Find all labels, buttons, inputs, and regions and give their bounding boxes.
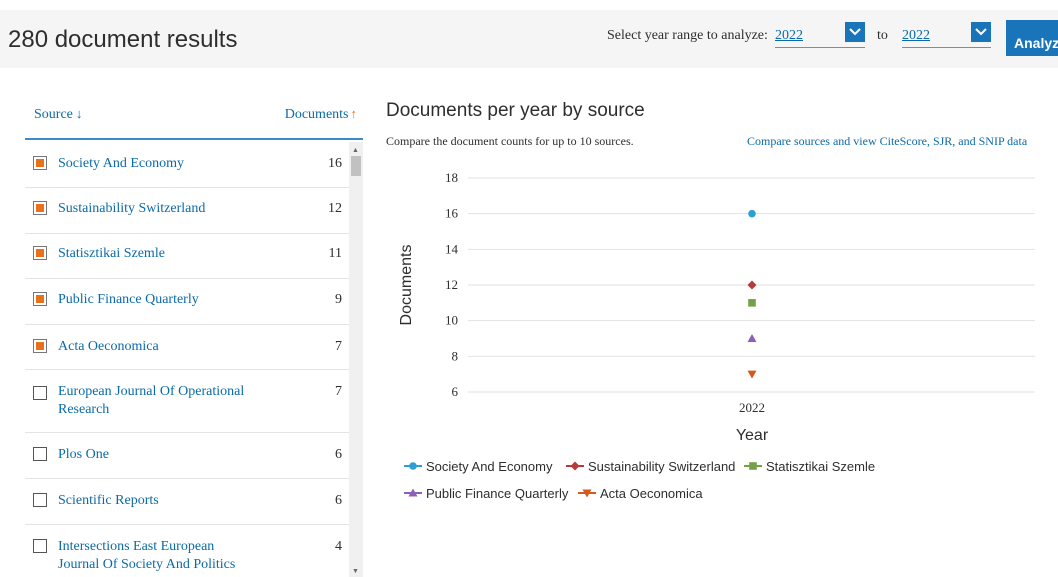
source-row: Intersections East European Journal Of S… (25, 525, 349, 577)
source-name[interactable]: Scientific Reports (58, 492, 159, 510)
data-point (748, 299, 756, 307)
source-count: 9 (335, 292, 342, 307)
sort-by-documents[interactable]: Documents ↑ (285, 106, 357, 123)
source-checkbox[interactable] (33, 246, 47, 260)
source-checkbox[interactable] (33, 339, 47, 353)
source-row: European Journal Of Operational Research… (25, 370, 349, 433)
legend-label: Society And Economy (426, 459, 553, 474)
documents-per-year-chart: 6 8 10 12 14 16 18 2022 Year Documents Society And… (398, 170, 1035, 501)
y-axis-title: Documents (398, 245, 415, 326)
source-name[interactable]: Public Finance Quarterly (58, 291, 199, 309)
legend-marker (570, 461, 580, 471)
y-tick-label: 10 (445, 313, 458, 328)
y-tick-label: 8 (452, 348, 459, 363)
source-count: 11 (328, 246, 342, 261)
year-from-select[interactable]: 2022 (775, 22, 865, 48)
source-row: Sustainability Switzerland 12 (25, 188, 349, 234)
to-label: to (877, 28, 888, 43)
arrow-up-icon: ↑ (350, 106, 358, 121)
source-checkbox[interactable] (33, 447, 47, 461)
data-point (748, 209, 756, 218)
scroll-up-icon[interactable]: ▲ (352, 146, 359, 154)
source-name[interactable]: Statisztikai Szemle (58, 245, 165, 263)
year-to-select[interactable]: 2022 (902, 22, 991, 48)
scrollbar-thumb[interactable] (351, 156, 361, 176)
legend-marker (409, 462, 417, 470)
source-name[interactable]: Plos One (58, 446, 109, 464)
results-title: 280 document results (8, 26, 238, 53)
legend-label: Acta Oeconomica (600, 486, 703, 501)
source-list: Society And Economy 16 Sustainability Sw… (25, 142, 363, 577)
chevron-down-icon[interactable] (845, 22, 865, 42)
source-row: Statisztikai Szemle 11 (25, 234, 349, 279)
source-name[interactable]: Acta Oeconomica (58, 338, 159, 356)
legend-label: Public Finance Quarterly (426, 486, 569, 501)
data-point (747, 334, 757, 342)
y-tick-label: 6 (452, 384, 459, 399)
data-point (747, 280, 757, 290)
x-tick-label: 2022 (739, 400, 765, 415)
source-column-label: Source (34, 107, 73, 122)
source-count: 16 (328, 156, 342, 171)
source-count: 6 (335, 447, 342, 462)
source-checkbox[interactable] (33, 156, 47, 170)
source-list-scrollbar[interactable]: ▲ ▼ (349, 142, 363, 577)
chart-title: Documents per year by source (386, 100, 645, 121)
source-count: 7 (335, 339, 342, 354)
year-to-value: 2022 (902, 28, 930, 43)
analyze-button[interactable]: Analyze (1006, 20, 1058, 56)
source-name[interactable]: European Journal Of Operational Research (58, 383, 248, 419)
compare-sources-link[interactable]: Compare sources and view CiteScore, SJR,… (747, 134, 1027, 149)
y-tick-label: 18 (445, 170, 458, 185)
chart-subtitle: Compare the document counts for up to 10… (386, 134, 634, 148)
y-tick-label: 14 (445, 241, 459, 256)
arrow-down-icon: ↓ (75, 106, 83, 121)
source-count: 6 (335, 493, 342, 508)
x-axis-title: Year (736, 427, 769, 444)
source-name[interactable]: Intersections East European Journal Of S… (58, 538, 258, 574)
chevron-down-icon[interactable] (971, 22, 991, 42)
scroll-down-icon[interactable]: ▼ (352, 567, 359, 575)
source-checkbox[interactable] (33, 493, 47, 507)
source-checkbox[interactable] (33, 201, 47, 215)
source-row: Society And Economy 16 (25, 142, 349, 188)
source-count: 7 (335, 384, 342, 399)
source-name[interactable]: Society And Economy (58, 155, 184, 173)
y-tick-label: 16 (445, 206, 459, 221)
year-from-value: 2022 (775, 28, 803, 43)
source-count: 4 (335, 539, 342, 554)
source-list-header: Source ↓ Documents ↑ (25, 96, 363, 140)
source-row: Acta Oeconomica 7 (25, 325, 349, 370)
y-tick-label: 12 (445, 277, 458, 292)
source-count: 12 (328, 201, 342, 216)
sort-by-source[interactable]: Source ↓ (34, 106, 82, 123)
legend-label: Sustainability Switzerland (588, 459, 735, 474)
data-point (747, 370, 757, 379)
source-row: Public Finance Quarterly 9 (25, 279, 349, 325)
year-range-label: Select year range to analyze: (607, 28, 768, 43)
source-checkbox[interactable] (33, 386, 47, 400)
results-header: 280 document results Select year range t… (0, 10, 1058, 68)
source-row: Plos One 6 (25, 433, 349, 479)
source-row: Scientific Reports 6 (25, 479, 349, 525)
source-checkbox[interactable] (33, 539, 47, 553)
legend-label: Statisztikai Szemle (766, 459, 875, 474)
documents-column-label: Documents (284, 107, 349, 122)
source-name[interactable]: Sustainability Switzerland (58, 200, 205, 218)
source-checkbox[interactable] (33, 292, 47, 306)
legend-marker (749, 462, 757, 470)
